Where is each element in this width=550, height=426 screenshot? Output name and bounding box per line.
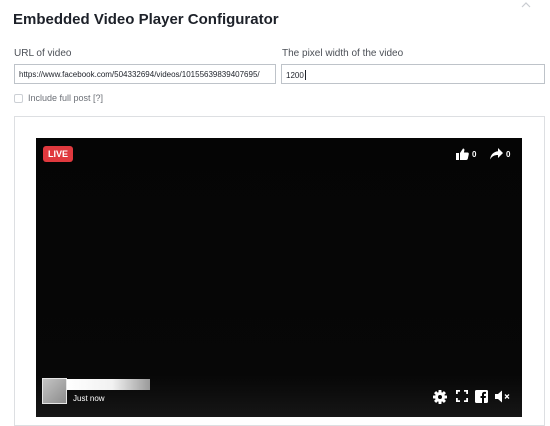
gear-icon[interactable] <box>433 390 447 404</box>
url-label: URL of video <box>14 48 72 59</box>
likes-stat[interactable]: 0 <box>456 148 476 160</box>
width-input[interactable]: 1200 <box>281 64 545 84</box>
shares-count: 0 <box>506 149 511 159</box>
avatar[interactable] <box>42 378 67 404</box>
text-caret <box>304 70 306 80</box>
mute-icon[interactable] <box>495 390 511 403</box>
video-player[interactable]: LIVE 0 0 Just now <box>36 138 522 417</box>
timestamp: Just now <box>73 394 105 403</box>
url-input-value: https://www.facebook.com/504332694/video… <box>19 70 260 79</box>
width-label: The pixel width of the video <box>282 48 404 59</box>
share-arrow-icon <box>490 148 503 160</box>
live-badge: LIVE <box>43 146 73 162</box>
include-full-post-option[interactable]: Include full post [?] <box>14 93 103 103</box>
include-full-post-label: Include full post [?] <box>28 93 104 103</box>
facebook-icon[interactable] <box>475 390 488 403</box>
width-input-value: 1200 <box>286 71 304 80</box>
url-input[interactable]: https://www.facebook.com/504332694/video… <box>14 64 276 84</box>
thumbs-up-icon <box>456 148 469 160</box>
chevron-up-icon[interactable] <box>519 0 533 10</box>
page-title: Embedded Video Player Configurator <box>13 11 279 28</box>
fullscreen-icon[interactable] <box>456 390 468 402</box>
include-full-post-checkbox[interactable] <box>14 93 23 103</box>
shares-stat[interactable]: 0 <box>490 148 510 160</box>
author-name-redacted <box>67 379 150 390</box>
likes-count: 0 <box>472 149 477 159</box>
